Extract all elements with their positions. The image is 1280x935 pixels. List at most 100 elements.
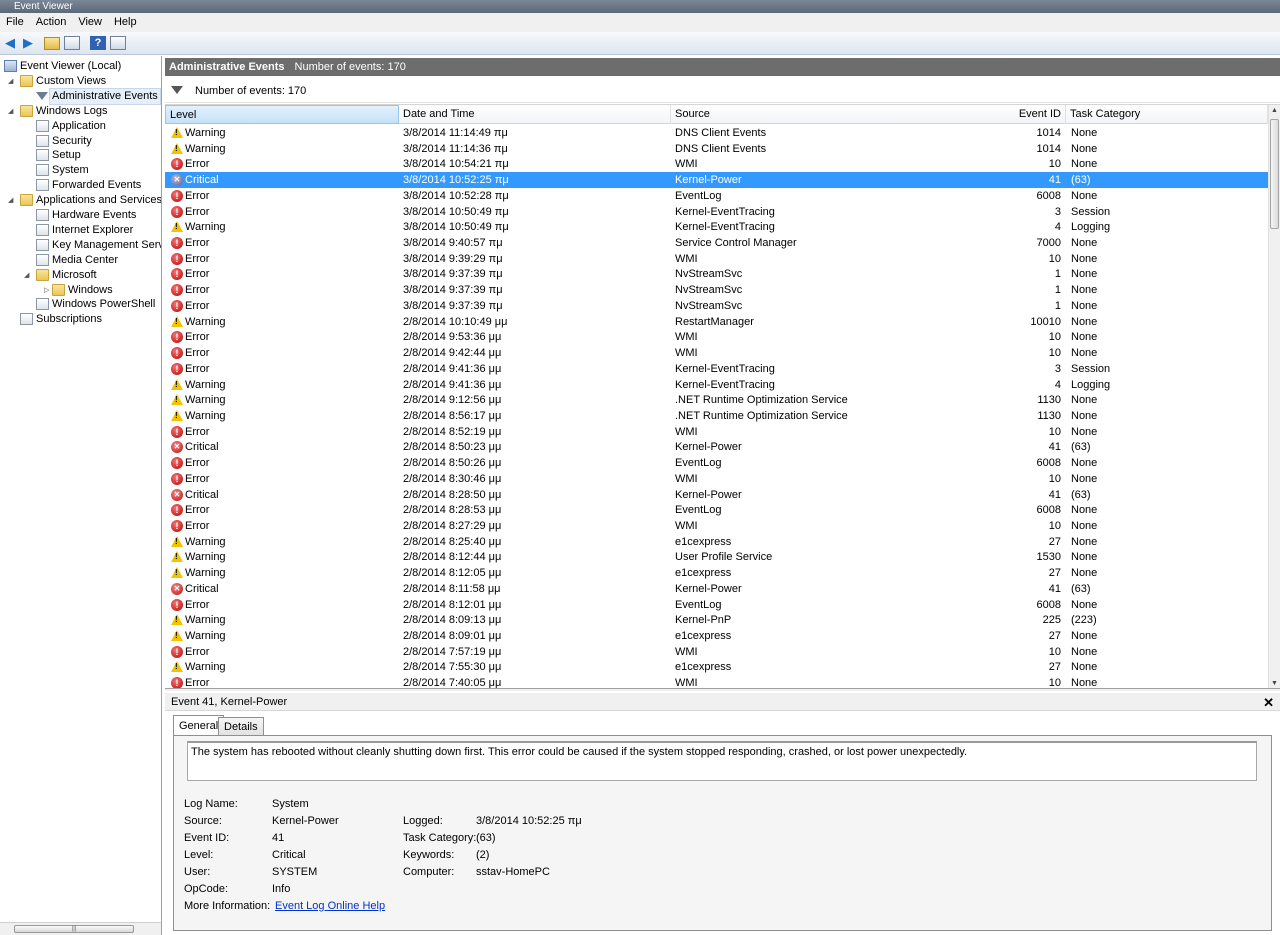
collapse-arrow-icon[interactable]: ◢	[8, 193, 16, 208]
warning-icon	[171, 567, 183, 579]
table-row[interactable]: ! Error 2/8/2014 9:42:44 μμ WMI 10 None	[165, 345, 1268, 361]
tree-item[interactable]: System	[0, 163, 161, 178]
tree-item[interactable]: Subscriptions	[0, 312, 161, 327]
table-row[interactable]: ! Error 2/8/2014 7:57:19 μμ WMI 10 None	[165, 644, 1268, 660]
tree-item[interactable]: ◢ Windows Logs	[0, 104, 161, 119]
event-log-online-help-link[interactable]: Event Log Online Help	[275, 899, 385, 914]
table-row[interactable]: Warning2/8/2014 8:12:05 μμe1cexpress27No…	[165, 565, 1268, 581]
filter-bar: Number of events: 170	[165, 79, 1280, 103]
table-row[interactable]: ✕ Critical 3/8/2014 10:52:25 πμ Kernel-Powe…	[165, 172, 1268, 189]
table-row[interactable]: ! Error 2/8/2014 8:30:46 μμ WMI 10 None	[165, 471, 1268, 487]
table-row[interactable]: ✕ Critical 2/8/2014 8:11:58 μμ Kernel-Power…	[165, 581, 1268, 597]
table-row[interactable]: ! Error 3/8/2014 10:52:28 πμ EventLog 6008 No…	[165, 188, 1268, 204]
event-id-cell: 4	[1054, 378, 1061, 391]
table-row[interactable]: Warning2/8/2014 8:12:44 μμUser Profile S…	[165, 549, 1268, 565]
table-row[interactable]: ! Error 3/8/2014 10:50:49 πμ Kernel-EventTr…	[165, 204, 1268, 220]
tree-item[interactable]: Security	[0, 134, 161, 149]
show-hide-action-pane-icon[interactable]	[110, 36, 126, 50]
warning-icon	[171, 614, 183, 626]
tree-item[interactable]: Key Management Service	[0, 238, 161, 253]
task-category-cell: None	[1071, 567, 1098, 580]
tree-item[interactable]: ◢ Custom Views	[0, 74, 161, 89]
date-time-cell: 2/8/2014 8:50:23 μμ	[403, 441, 502, 454]
tree-item[interactable]: Administrative Events	[0, 87, 161, 105]
table-row[interactable]: ! Error 2/8/2014 8:12:01 μμ EventLog 6008 Non…	[165, 597, 1268, 613]
table-row[interactable]: ! Error 3/8/2014 9:37:39 πμ NvStreamSvc 1 Non…	[165, 282, 1268, 298]
scroll-thumb[interactable]	[1270, 119, 1279, 229]
warning-icon	[171, 221, 183, 233]
menu-help[interactable]: Help	[108, 13, 143, 32]
tree-item[interactable]: Forwarded Events	[0, 178, 161, 193]
table-row[interactable]: ! Error 3/8/2014 9:37:39 πμ NvStreamSvc 1 Non…	[165, 298, 1268, 314]
table-row[interactable]: ! Error 2/8/2014 8:50:26 μμ EventLog 6008 Non…	[165, 455, 1268, 471]
opcode-value: Info	[272, 883, 291, 895]
column-date-time[interactable]: Date and Time	[399, 105, 671, 124]
event-id-cell: 7000	[1036, 237, 1061, 250]
table-row[interactable]: ! Error 2/8/2014 9:41:36 μμ Kernel-EventTra…	[165, 361, 1268, 377]
table-row[interactable]: ! Error 2/8/2014 8:27:29 μμ WMI 10 None	[165, 518, 1268, 534]
table-row[interactable]: Warning2/8/2014 9:12:56 μμ.NET Runtime O…	[165, 392, 1268, 408]
collapse-arrow-icon[interactable]: ◢	[8, 74, 16, 89]
table-row[interactable]: Warning2/8/2014 8:09:01 μμe1cexpress27No…	[165, 628, 1268, 644]
scroll-down-icon[interactable]: ▼	[1271, 680, 1278, 687]
tree-item[interactable]: ◢ Applications and Services Lo	[0, 193, 161, 208]
collapse-arrow-icon[interactable]: ◢	[24, 268, 32, 283]
table-row[interactable]: Warning2/8/2014 8:56:17 μμ.NET Runtime O…	[165, 408, 1268, 424]
table-row[interactable]: ! Error 3/8/2014 9:40:57 πμ Service Control…	[165, 235, 1268, 251]
task-category-cell: None	[1071, 504, 1098, 517]
error-icon: !	[171, 158, 183, 171]
table-row[interactable]: ! Error 2/8/2014 9:53:36 μμ WMI 10 None	[165, 329, 1268, 345]
tree-item[interactable]: Media Center	[0, 253, 161, 268]
menu-view[interactable]: View	[72, 13, 108, 32]
column-level[interactable]: Level	[165, 105, 399, 124]
close-icon[interactable]: ✕	[1263, 695, 1274, 711]
table-row[interactable]: Warning3/8/2014 11:14:36 πμDNS Client Ev…	[165, 141, 1268, 157]
tree-item[interactable]: ◢ Microsoft	[0, 268, 161, 283]
table-row[interactable]: Warning3/8/2014 11:14:49 πμDNS Client Ev…	[165, 125, 1268, 141]
tree-item[interactable]: Setup	[0, 148, 161, 163]
table-row[interactable]: Warning2/8/2014 7:55:30 μμe1cexpress27No…	[165, 659, 1268, 675]
back-arrow-icon[interactable]: ◀	[2, 35, 18, 51]
tab-general[interactable]: General	[173, 715, 225, 735]
event-id-cell: 1130	[1037, 409, 1061, 422]
level-cell: Error	[185, 362, 210, 375]
expand-arrow-icon[interactable]: ▷	[44, 283, 52, 298]
console-tree: Event Viewer (Local) ◢ Custom Views Adminis…	[0, 56, 162, 935]
tree-horizontal-scrollbar[interactable]: |||	[0, 922, 161, 935]
tree-item[interactable]: Hardware Events	[0, 208, 161, 223]
tree-item[interactable]: Internet Explorer	[0, 223, 161, 238]
table-row[interactable]: ! Error 3/8/2014 9:39:29 πμ WMI 10 None	[165, 251, 1268, 267]
table-row[interactable]: ! Error 3/8/2014 10:54:21 πμ WMI 10 None	[165, 156, 1268, 172]
tab-details[interactable]: Details	[218, 717, 264, 736]
table-row[interactable]: Warning2/8/2014 8:09:13 μμKernel-PnP225(…	[165, 612, 1268, 628]
table-row[interactable]: Warning2/8/2014 9:41:36 μμKernel-EventTr…	[165, 377, 1268, 393]
forward-arrow-icon[interactable]: ▶	[20, 35, 36, 51]
table-row[interactable]: ! Error 2/8/2014 8:52:19 μμ WMI 10 None	[165, 424, 1268, 440]
events-vertical-scrollbar[interactable]: ▲ ▼	[1268, 105, 1280, 688]
help-icon[interactable]: ?	[90, 36, 106, 50]
table-row[interactable]: ! Error 2/8/2014 8:28:53 μμ EventLog 6008 Non…	[165, 502, 1268, 518]
column-task-category[interactable]: Task Category	[1066, 105, 1268, 124]
user-value: SYSTEM	[272, 866, 318, 878]
up-folder-icon[interactable]	[44, 37, 60, 50]
table-row[interactable]: ✕ Critical 2/8/2014 8:50:23 μμ Kernel-Power…	[165, 439, 1268, 455]
column-event-id[interactable]: Event ID	[866, 105, 1066, 124]
scroll-thumb[interactable]: |||	[14, 925, 134, 933]
table-row[interactable]: ! Error 2/8/2014 7:40:05 μμ WMI 10 None	[165, 675, 1268, 688]
tree-item[interactable]: Application	[0, 119, 161, 134]
scroll-up-icon[interactable]: ▲	[1271, 107, 1278, 114]
menu-action[interactable]: Action	[30, 13, 73, 32]
table-row[interactable]: Warning2/8/2014 10:10:49 μμRestartManage…	[165, 314, 1268, 330]
table-row[interactable]: ! Error 3/8/2014 9:37:39 πμ NvStreamSvc 1 Non…	[165, 266, 1268, 282]
menu-file[interactable]: File	[0, 13, 30, 32]
table-row[interactable]: ✕ Critical 2/8/2014 8:28:50 μμ Kernel-Power…	[165, 487, 1268, 503]
event-id-cell: 1	[1054, 284, 1061, 297]
tree-item[interactable]: Event Viewer (Local)	[0, 59, 161, 74]
table-row[interactable]: Warning3/8/2014 10:50:49 πμKernel-EventT…	[165, 219, 1268, 235]
event-description: The system has rebooted without cleanly …	[187, 741, 1257, 781]
table-row[interactable]: Warning2/8/2014 8:25:40 μμe1cexpress27No…	[165, 534, 1268, 550]
tree-item[interactable]: ▷ Windows	[0, 283, 161, 298]
tree-item[interactable]: Windows PowerShell	[0, 297, 161, 312]
collapse-arrow-icon[interactable]: ◢	[8, 104, 16, 119]
show-hide-tree-icon[interactable]	[64, 36, 80, 50]
